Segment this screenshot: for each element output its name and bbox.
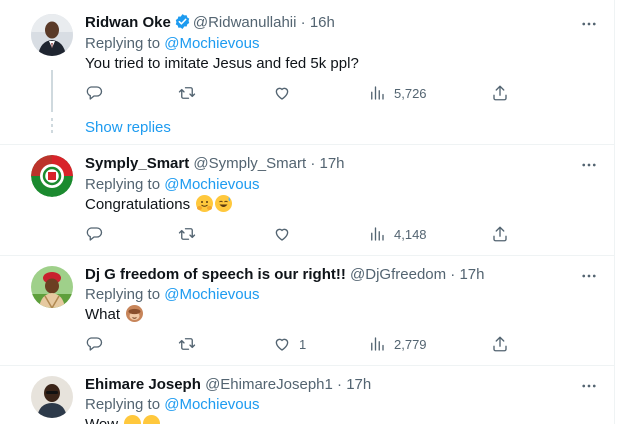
thread-connector-line: [51, 70, 53, 112]
separator-dot: ·: [450, 266, 456, 283]
tweet-text: You tried to imitate Jesus and fed 5k pp…: [85, 54, 359, 74]
more-options-icon[interactable]: [579, 155, 599, 175]
avatar[interactable]: [31, 155, 73, 197]
retweet-button[interactable]: [177, 83, 197, 103]
separator-dot: ·: [337, 376, 343, 393]
timestamp[interactable]: 17h: [459, 266, 484, 283]
avatar[interactable]: [31, 14, 73, 56]
grinning-sweat-emoji-icon: [215, 195, 233, 212]
tweet-header: Symply_Smart @Symply_Smart · 17h: [85, 154, 345, 174]
timestamp[interactable]: 17h: [346, 376, 371, 393]
view-count: 5,726: [394, 85, 427, 101]
views-chart-icon: [371, 337, 384, 351]
retweet-icon: [178, 338, 196, 350]
replying-to-label: Replying to: [85, 286, 161, 303]
mention-link[interactable]: @Mochievous: [164, 286, 259, 303]
user-handle[interactable]: @Ridwanullahii: [193, 14, 297, 31]
like-button[interactable]: 1: [273, 334, 306, 354]
flushed-emoji-icon: [143, 415, 161, 424]
mention-link[interactable]: @Mochievous: [164, 396, 259, 413]
reply-icon: [86, 86, 103, 100]
tweet-text: Congratulations: [85, 195, 233, 215]
replying-to: Replying to @Mochievous: [85, 395, 260, 415]
replying-to-label: Replying to: [85, 396, 161, 413]
show-replies-link[interactable]: Show replies: [85, 118, 171, 138]
separator-dot: ·: [310, 155, 316, 172]
reply-tweet[interactable]: Ridwan Oke @Ridwanullahii · 16h Replying …: [0, 0, 615, 144]
more-options-icon[interactable]: [579, 266, 599, 286]
mention-link[interactable]: @Mochievous: [164, 35, 259, 52]
replying-to: Replying to @Mochievous: [85, 175, 260, 195]
display-name[interactable]: Ridwan Oke: [85, 14, 171, 31]
tweet-header: Dj G freedom of speech is our right!! @D…: [85, 265, 485, 285]
reply-button[interactable]: [85, 334, 103, 354]
retweet-icon: [178, 87, 196, 99]
flushed-emoji-icon: [124, 415, 142, 424]
separator-dot: ·: [300, 14, 306, 31]
share-button[interactable]: [491, 334, 509, 354]
display-name[interactable]: Dj G freedom of speech is our right!!: [85, 266, 346, 283]
user-handle[interactable]: @DjGfreedom: [350, 266, 446, 283]
timestamp[interactable]: 17h: [319, 155, 344, 172]
view-count: 2,779: [394, 336, 427, 352]
like-button[interactable]: [273, 83, 299, 103]
like-count: 1: [299, 336, 307, 352]
verified-badge-icon: [174, 13, 191, 36]
replying-to: Replying to @Mochievous: [85, 34, 260, 54]
tweet-body: What: [85, 306, 121, 323]
replying-to-label: Replying to: [85, 176, 161, 193]
tweet-body: Wow: [85, 416, 118, 424]
avatar[interactable]: [31, 376, 73, 418]
views-chart-icon: [371, 227, 384, 241]
replying-to: Replying to @Mochievous: [85, 285, 260, 305]
action-bar: 1 2,779: [85, 334, 515, 354]
tweet-body: You tried to imitate Jesus and fed 5k pp…: [85, 55, 359, 72]
reply-icon: [86, 227, 103, 241]
reply-button[interactable]: [85, 83, 103, 103]
views-button[interactable]: 4,148: [368, 224, 427, 244]
share-icon: [493, 85, 507, 101]
see-no-evil-monkey-emoji-icon: [126, 305, 144, 322]
hugging-face-emoji-icon: [196, 195, 214, 212]
share-button[interactable]: [491, 83, 509, 103]
view-count: 4,148: [394, 226, 427, 242]
reply-icon: [86, 337, 103, 351]
share-button[interactable]: [491, 224, 509, 244]
action-bar: 5,726: [85, 83, 515, 103]
tweet-header: Ehimare Joseph @EhimareJoseph1 · 17h: [85, 375, 371, 395]
more-options-icon[interactable]: [579, 14, 599, 34]
like-button[interactable]: [273, 224, 299, 244]
reply-timeline: Ridwan Oke @Ridwanullahii · 16h Replying …: [0, 0, 615, 424]
tweet-header: Ridwan Oke @Ridwanullahii · 16h: [85, 13, 335, 36]
reply-button[interactable]: [85, 224, 103, 244]
display-name[interactable]: Symply_Smart: [85, 155, 189, 172]
user-handle[interactable]: @EhimareJoseph1: [205, 376, 333, 393]
retweet-button[interactable]: [177, 224, 197, 244]
share-icon: [493, 336, 507, 352]
reply-tweet[interactable]: Dj G freedom of speech is our right!! @D…: [0, 256, 615, 366]
action-bar: 4,148: [85, 224, 515, 244]
tweet-text: What: [85, 305, 144, 325]
timestamp[interactable]: 16h: [310, 14, 335, 31]
mention-link[interactable]: @Mochievous: [164, 176, 259, 193]
heart-icon: [275, 87, 289, 100]
user-handle[interactable]: @Symply_Smart: [193, 155, 306, 172]
heart-icon: [275, 338, 289, 351]
retweet-button[interactable]: [177, 334, 197, 354]
tweet-body: Congratulations: [85, 196, 191, 213]
views-button[interactable]: 5,726: [368, 83, 427, 103]
more-options-icon[interactable]: [579, 376, 599, 396]
display-name[interactable]: Ehimare Joseph: [85, 376, 201, 393]
tweet-text: Wow: [85, 415, 161, 424]
views-button[interactable]: 2,779: [368, 334, 427, 354]
share-icon: [493, 226, 507, 242]
replying-to-label: Replying to: [85, 35, 161, 52]
views-chart-icon: [371, 86, 384, 100]
reply-tweet[interactable]: Symply_Smart @Symply_Smart · 17h Replyin…: [0, 145, 615, 255]
avatar[interactable]: [31, 266, 73, 308]
retweet-icon: [178, 228, 196, 240]
thread-connector-dots: [51, 118, 53, 136]
heart-icon: [275, 228, 289, 241]
reply-tweet[interactable]: Ehimare Joseph @EhimareJoseph1 · 17h Rep…: [0, 366, 615, 424]
